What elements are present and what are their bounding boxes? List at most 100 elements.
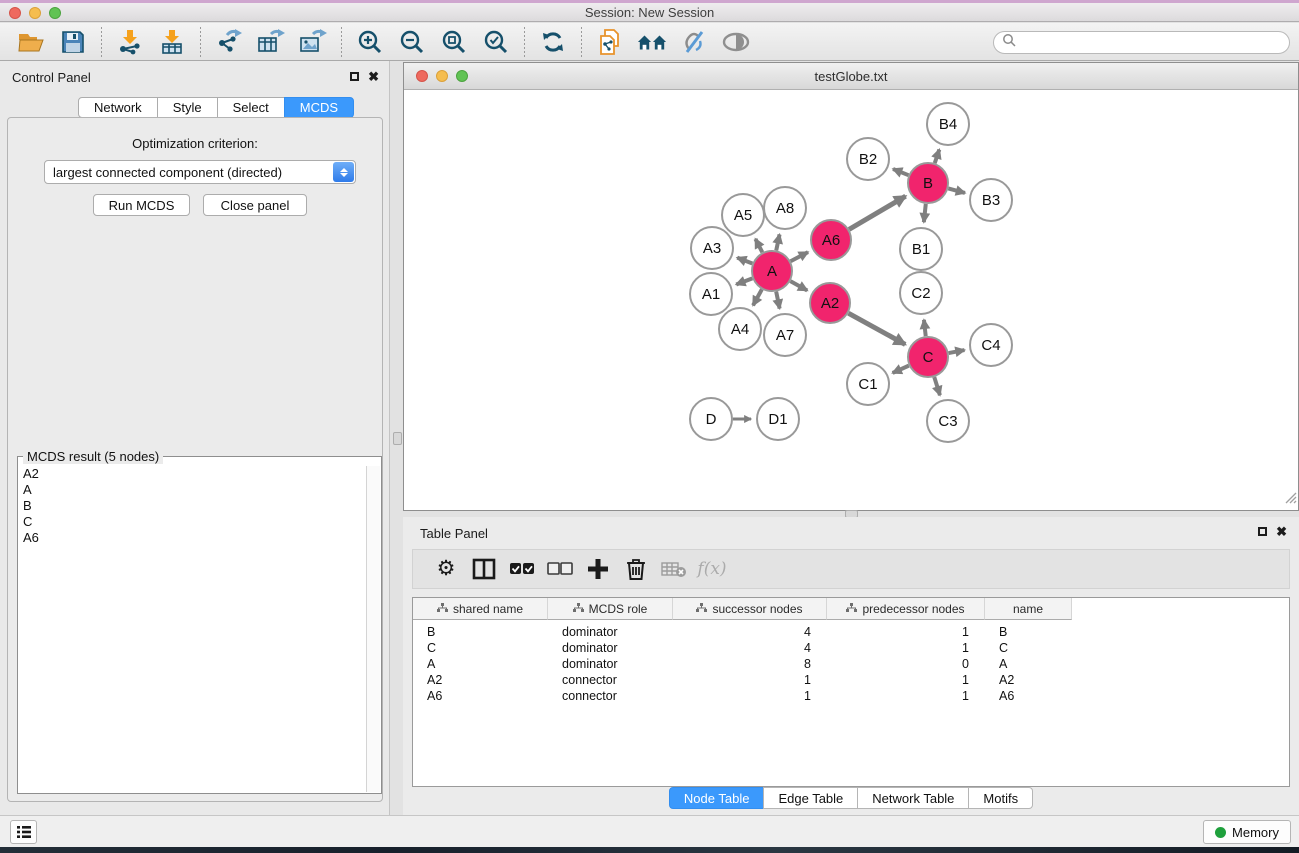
cell-successor-nodes[interactable]: 8 bbox=[673, 657, 827, 671]
graph-edge-B-B3[interactable] bbox=[948, 188, 965, 192]
cell-name[interactable]: C bbox=[985, 641, 1072, 655]
cell-predecessor-nodes[interactable]: 1 bbox=[827, 689, 985, 703]
graph-node-A7[interactable]: A7 bbox=[764, 314, 806, 356]
column-header-successor-nodes[interactable]: successor nodes bbox=[673, 598, 827, 620]
sort-hierarchy-icon[interactable] bbox=[437, 602, 448, 616]
column-header-MCDS-role[interactable]: MCDS role bbox=[548, 598, 673, 620]
graph-node-B[interactable]: B bbox=[908, 163, 948, 203]
column-header-predecessor-nodes[interactable]: predecessor nodes bbox=[827, 598, 985, 620]
network-canvas[interactable]: B4B2BB3A5A8A6B1A3AA1C2A2A4A7CC4C1C3DD1 bbox=[404, 90, 1298, 510]
graph-edge-A-A1[interactable] bbox=[736, 278, 752, 284]
zoom-selected-icon[interactable] bbox=[481, 27, 511, 57]
graph-node-A1[interactable]: A1 bbox=[690, 273, 732, 315]
close-panel-icon[interactable]: ✖ bbox=[1276, 526, 1287, 537]
graph-edge-A6-B[interactable] bbox=[849, 196, 905, 229]
cell-predecessor-nodes[interactable]: 0 bbox=[827, 657, 985, 671]
cell-successor-nodes[interactable]: 1 bbox=[673, 689, 827, 703]
cell-name[interactable]: A2 bbox=[985, 673, 1072, 687]
result-scrollbar[interactable] bbox=[366, 466, 380, 792]
tab-mcds[interactable]: MCDS bbox=[284, 97, 354, 118]
close-panel-icon[interactable]: ✖ bbox=[368, 71, 379, 82]
graph-edge-A-A2[interactable] bbox=[790, 281, 807, 290]
select-all-icon[interactable] bbox=[505, 554, 539, 584]
window-resize-grip[interactable] bbox=[1283, 490, 1297, 509]
cell-shared-name[interactable]: A6 bbox=[413, 689, 548, 703]
cell-name[interactable]: A bbox=[985, 657, 1072, 671]
table-row[interactable]: A2connector11A2 bbox=[413, 672, 1289, 688]
export-network-icon[interactable] bbox=[214, 27, 244, 57]
graph-edge-B-B2[interactable] bbox=[893, 169, 908, 175]
search-field[interactable] bbox=[993, 31, 1290, 54]
houses-icon[interactable] bbox=[637, 27, 667, 57]
cell-predecessor-nodes[interactable]: 1 bbox=[827, 625, 985, 639]
close-panel-button[interactable]: Close panel bbox=[203, 194, 307, 216]
graph-node-D[interactable]: D bbox=[690, 398, 732, 440]
graph-edge-A-A8[interactable] bbox=[776, 234, 779, 250]
graph-node-A8[interactable]: A8 bbox=[764, 187, 806, 229]
search-input[interactable] bbox=[1020, 32, 1289, 53]
table-row[interactable]: Adominator80A bbox=[413, 656, 1289, 672]
graph-node-C3[interactable]: C3 bbox=[927, 400, 969, 442]
graph-node-B2[interactable]: B2 bbox=[847, 138, 889, 180]
cell-successor-nodes[interactable]: 4 bbox=[673, 641, 827, 655]
cell-name[interactable]: A6 bbox=[985, 689, 1072, 703]
column-header-shared-name[interactable]: shared name bbox=[413, 598, 548, 620]
refresh-icon[interactable] bbox=[538, 27, 568, 57]
graph-edge-C-C4[interactable] bbox=[949, 350, 965, 353]
graph-node-B1[interactable]: B1 bbox=[900, 228, 942, 270]
birds-eye-icon[interactable] bbox=[721, 27, 751, 57]
cell-MCDS-role[interactable]: connector bbox=[548, 689, 673, 703]
cell-MCDS-role[interactable]: dominator bbox=[548, 625, 673, 639]
graph-node-B4[interactable]: B4 bbox=[927, 103, 969, 145]
graph-edge-B-B4[interactable] bbox=[935, 150, 940, 164]
graph-node-C[interactable]: C bbox=[908, 337, 948, 377]
tab-select[interactable]: Select bbox=[217, 97, 285, 118]
add-column-icon[interactable] bbox=[581, 554, 615, 584]
zoom-in-icon[interactable] bbox=[355, 27, 385, 57]
tab-node-table[interactable]: Node Table bbox=[669, 787, 765, 809]
criterion-dropdown[interactable]: largest connected component (directed) bbox=[44, 160, 356, 184]
float-panel-icon[interactable] bbox=[350, 72, 359, 81]
graph-edge-C-C3[interactable] bbox=[934, 377, 940, 395]
column-header-name[interactable]: name bbox=[985, 598, 1072, 620]
graph-edge-A-A6[interactable] bbox=[791, 252, 808, 261]
table-row[interactable]: A6connector11A6 bbox=[413, 688, 1289, 704]
graph-edge-A-A4[interactable] bbox=[753, 289, 762, 305]
cell-shared-name[interactable]: C bbox=[413, 641, 548, 655]
cell-predecessor-nodes[interactable]: 1 bbox=[827, 641, 985, 655]
cell-successor-nodes[interactable]: 4 bbox=[673, 625, 827, 639]
zoom-out-icon[interactable] bbox=[397, 27, 427, 57]
sort-hierarchy-icon[interactable] bbox=[696, 602, 707, 616]
cell-MCDS-role[interactable]: connector bbox=[548, 673, 673, 687]
deselect-all-icon[interactable] bbox=[543, 554, 577, 584]
tab-style[interactable]: Style bbox=[157, 97, 218, 118]
sort-hierarchy-icon[interactable] bbox=[846, 602, 857, 616]
import-table-icon[interactable] bbox=[157, 27, 187, 57]
graph-edge-B-B1[interactable] bbox=[924, 204, 926, 222]
tab-edge-table[interactable]: Edge Table bbox=[763, 787, 858, 809]
graph-node-B3[interactable]: B3 bbox=[970, 179, 1012, 221]
task-history-button[interactable] bbox=[10, 820, 37, 844]
graph-node-A4[interactable]: A4 bbox=[719, 308, 761, 350]
graph-edge-A-A3[interactable] bbox=[737, 258, 752, 264]
cell-name[interactable]: B bbox=[985, 625, 1072, 639]
tab-motifs[interactable]: Motifs bbox=[968, 787, 1033, 809]
graphics-details-icon[interactable] bbox=[679, 27, 709, 57]
table-row[interactable]: Bdominator41B bbox=[413, 624, 1289, 640]
graph-node-A[interactable]: A bbox=[752, 251, 792, 291]
split-panel-icon[interactable] bbox=[467, 554, 501, 584]
memory-button[interactable]: Memory bbox=[1203, 820, 1291, 844]
graph-edge-C-C2[interactable] bbox=[924, 320, 926, 336]
graph-node-A5[interactable]: A5 bbox=[722, 194, 764, 236]
tab-network[interactable]: Network bbox=[78, 97, 158, 118]
graph-node-C4[interactable]: C4 bbox=[970, 324, 1012, 366]
graph-node-A2[interactable]: A2 bbox=[810, 283, 850, 323]
graph-edge-A-A7[interactable] bbox=[776, 292, 779, 309]
cell-successor-nodes[interactable]: 1 bbox=[673, 673, 827, 687]
graph-node-A3[interactable]: A3 bbox=[691, 227, 733, 269]
delete-column-icon[interactable] bbox=[619, 554, 653, 584]
function-builder-icon[interactable]: f(x) bbox=[695, 554, 729, 584]
save-session-icon[interactable] bbox=[58, 27, 88, 57]
graph-node-A6[interactable]: A6 bbox=[811, 220, 851, 260]
import-network-icon[interactable] bbox=[115, 27, 145, 57]
